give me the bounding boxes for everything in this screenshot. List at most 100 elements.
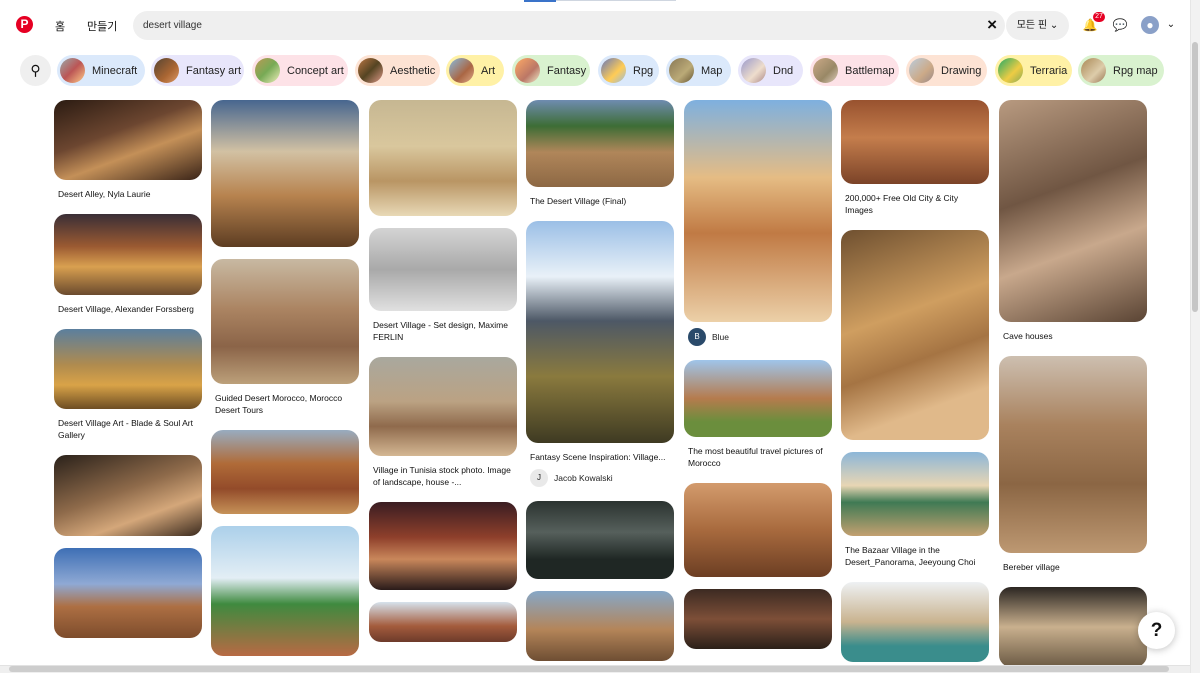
filter-chip-fantasy[interactable]: Fantasy	[512, 55, 590, 86]
pin-card[interactable]	[526, 501, 674, 579]
pin-title[interactable]: The Bazaar Village in the Desert_Panoram…	[841, 544, 989, 568]
pin-card[interactable]	[684, 589, 832, 649]
pin-title[interactable]: The Desert Village (Final)	[526, 195, 674, 207]
pin-card[interactable]	[54, 548, 202, 638]
horizontal-scroll-thumb[interactable]	[9, 666, 1169, 672]
search-bar[interactable]: desert village ×	[133, 11, 1005, 40]
pin-card[interactable]	[369, 602, 517, 642]
pin-card[interactable]: Desert Village Art - Blade & Soul Art Ga…	[54, 329, 202, 441]
pin-image-old-city[interactable]	[841, 100, 989, 184]
pin-image-camel[interactable]	[684, 100, 832, 322]
pin-card[interactable]: Village in Tunisia stock photo. Image of…	[369, 357, 517, 488]
pin-title[interactable]: 200,000+ Free Old City & City Images	[841, 192, 989, 216]
pin-title[interactable]: Desert Alley, Nyla Laurie	[54, 188, 202, 200]
pin-card[interactable]: Desert Village, Alexander Forssberg	[54, 214, 202, 315]
nav-home[interactable]: 홈	[55, 18, 65, 34]
pin-card[interactable]: Desert Village - Set design, Maxime FERL…	[369, 228, 517, 343]
pin-card[interactable]	[211, 100, 359, 247]
pin-title[interactable]: Cave houses	[999, 330, 1147, 342]
pin-image-tree-village[interactable]	[999, 587, 1147, 666]
pin-image-bereber[interactable]	[999, 356, 1147, 553]
vertical-scroll-thumb[interactable]	[1192, 42, 1198, 312]
filter-chip-minecraft[interactable]: Minecraft	[57, 55, 145, 86]
pin-image-floating[interactable]	[841, 582, 989, 662]
pin-image-sketches[interactable]	[369, 228, 517, 311]
pin-image-market[interactable]	[369, 602, 517, 642]
pin-card[interactable]	[369, 502, 517, 590]
pin-card[interactable]	[526, 591, 674, 661]
pin-title[interactable]: Fantasy Scene Inspiration: Village...	[526, 451, 674, 463]
pin-image-morocco-hills[interactable]	[211, 259, 359, 384]
search-input[interactable]: desert village	[143, 20, 202, 31]
filter-chip-fantasy-art[interactable]: Fantasy art	[151, 55, 244, 86]
pin-image-aerial[interactable]	[841, 230, 989, 440]
pin-card[interactable]: The Bazaar Village in the Desert_Panoram…	[841, 452, 989, 568]
clear-search-icon[interactable]: ×	[987, 15, 997, 35]
filter-chip-battlemap[interactable]: Battlemap	[810, 55, 899, 86]
pin-card[interactable]: Fantasy Scene Inspiration: Village... J Ja…	[526, 221, 674, 487]
pin-author[interactable]: B Blue	[684, 328, 832, 346]
pin-image-ship-ruin[interactable]	[369, 502, 517, 590]
all-pins-dropdown[interactable]: 모든 핀 ⌄	[1006, 11, 1069, 40]
pin-image-cave[interactable]	[999, 100, 1147, 322]
pinterest-logo-icon[interactable]: P	[16, 16, 33, 33]
messages-icon[interactable]: 💬	[1111, 16, 1129, 34]
pin-image-tower-desert[interactable]	[369, 100, 517, 216]
pin-card[interactable]	[369, 100, 517, 216]
pin-image-fantasy-village[interactable]	[54, 214, 202, 295]
pin-image-wagons[interactable]	[684, 483, 832, 577]
pin-image-morocco[interactable]	[684, 360, 832, 437]
filter-chip-aesthetic[interactable]: Aesthetic	[355, 55, 440, 86]
filter-chip-map[interactable]: Map	[666, 55, 731, 86]
pin-title[interactable]: Desert Village - Set design, Maxime FERL…	[369, 319, 517, 343]
pin-image-desert-city[interactable]	[211, 100, 359, 247]
filter-chip-art[interactable]: Art	[446, 55, 504, 86]
pin-card[interactable]: The Desert Village (Final)	[526, 100, 674, 207]
filter-settings-icon[interactable]: ⚲	[20, 55, 51, 86]
pin-author[interactable]: J Jacob Kowalski	[526, 469, 674, 487]
pin-card[interactable]: Guided Desert Morocco, Morocco Desert To…	[211, 259, 359, 416]
profile-avatar[interactable]: ●	[1141, 16, 1159, 34]
pin-title[interactable]: Desert Village Art - Blade & Soul Art Ga…	[54, 417, 202, 441]
pin-image-bazaar[interactable]	[841, 452, 989, 536]
filter-chip-rpg[interactable]: Rpg	[598, 55, 659, 86]
filter-chip-terraria[interactable]: Terraria	[995, 55, 1072, 86]
pin-image-canyon-city[interactable]	[211, 430, 359, 514]
nav-create[interactable]: 만들기	[87, 18, 117, 34]
filter-chip-dnd[interactable]: Dnd	[738, 55, 803, 86]
pin-title[interactable]: The most beautiful travel pictures of Mo…	[684, 445, 832, 469]
filter-chip-drawing[interactable]: Drawing	[906, 55, 987, 86]
pin-image-kasbah[interactable]	[54, 548, 202, 638]
help-button[interactable]: ?	[1138, 612, 1175, 649]
filter-chip-concept-art[interactable]: Concept art	[252, 55, 348, 86]
pin-image-interior[interactable]	[684, 589, 832, 649]
pin-image-dark-swamp[interactable]	[526, 501, 674, 579]
pin-card[interactable]	[54, 455, 202, 536]
pin-image-ruins[interactable]	[54, 455, 202, 536]
pin-card[interactable]: B Blue	[684, 100, 832, 346]
pin-title[interactable]: Village in Tunisia stock photo. Image of…	[369, 464, 517, 488]
pin-title[interactable]: Desert Village, Alexander Forssberg	[54, 303, 202, 315]
pin-card[interactable]	[211, 430, 359, 514]
pin-card[interactable]: Cave houses	[999, 100, 1147, 342]
pin-image-fantasy-scene[interactable]	[526, 221, 674, 443]
pin-image-palms[interactable]	[526, 100, 674, 187]
pin-card[interactable]: Bereber village	[999, 356, 1147, 573]
pin-card[interactable]	[841, 582, 989, 662]
pin-image-minecraft[interactable]	[211, 526, 359, 656]
pin-card[interactable]	[684, 483, 832, 577]
pin-image-desert-building[interactable]	[526, 591, 674, 661]
pin-image-blade-soul[interactable]	[54, 329, 202, 409]
pin-image-tunisia[interactable]	[369, 357, 517, 456]
pin-title[interactable]: Guided Desert Morocco, Morocco Desert To…	[211, 392, 359, 416]
pin-card[interactable]	[999, 587, 1147, 666]
pin-card[interactable]: The most beautiful travel pictures of Mo…	[684, 360, 832, 469]
pin-card[interactable]	[211, 526, 359, 656]
pin-image-alley[interactable]	[54, 100, 202, 180]
pin-card[interactable]	[841, 230, 989, 440]
pin-title[interactable]: Bereber village	[999, 561, 1147, 573]
account-chevron-icon[interactable]: ⌄	[1162, 16, 1180, 34]
pin-card[interactable]: Desert Alley, Nyla Laurie	[54, 100, 202, 200]
pin-card[interactable]: 200,000+ Free Old City & City Images	[841, 100, 989, 216]
filter-chip-rpg-map[interactable]: Rpg map	[1078, 55, 1164, 86]
